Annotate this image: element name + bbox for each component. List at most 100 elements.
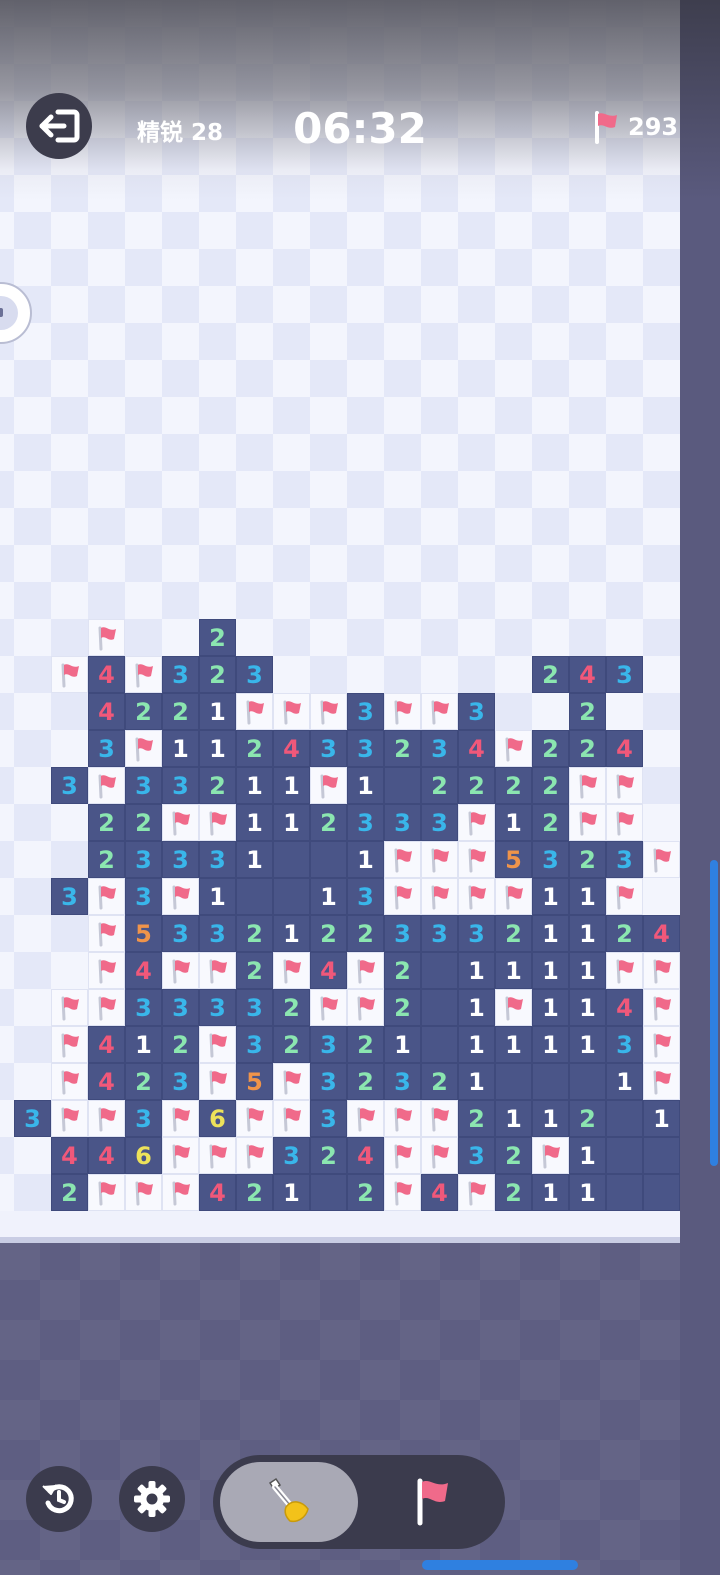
hidden-cell[interactable] [199, 397, 236, 434]
number-cell[interactable]: 1 [606, 1063, 643, 1100]
hidden-cell[interactable] [236, 508, 273, 545]
hidden-cell[interactable] [199, 0, 236, 27]
hidden-cell[interactable] [495, 508, 532, 545]
hidden-cell[interactable] [310, 360, 347, 397]
hidden-cell[interactable] [199, 27, 236, 64]
flagged-cell[interactable] [384, 841, 421, 878]
hidden-cell[interactable] [495, 175, 532, 212]
number-cell[interactable]: 3 [162, 989, 199, 1026]
hidden-cell[interactable] [421, 175, 458, 212]
number-cell[interactable]: 1 [310, 878, 347, 915]
hidden-cell[interactable] [421, 397, 458, 434]
hidden-cell[interactable] [14, 730, 51, 767]
number-cell[interactable]: 2 [273, 989, 310, 1026]
number-cell[interactable]: 3 [125, 878, 162, 915]
hidden-cell[interactable] [0, 0, 14, 27]
hidden-cell[interactable] [532, 64, 569, 101]
number-cell[interactable]: 3 [199, 915, 236, 952]
flagged-cell[interactable] [458, 841, 495, 878]
hidden-cell[interactable] [0, 841, 14, 878]
hidden-cell[interactable] [421, 582, 458, 619]
hidden-cell[interactable] [421, 27, 458, 64]
flagged-cell[interactable] [569, 804, 606, 841]
empty-cell[interactable] [310, 841, 347, 878]
hidden-cell[interactable] [0, 619, 14, 656]
hidden-cell[interactable] [125, 323, 162, 360]
number-cell[interactable]: 1 [273, 804, 310, 841]
hidden-cell[interactable] [88, 286, 125, 323]
hidden-cell[interactable] [14, 693, 51, 730]
number-cell[interactable]: 3 [421, 915, 458, 952]
empty-cell[interactable] [384, 767, 421, 804]
hidden-cell[interactable] [643, 804, 680, 841]
flagged-cell[interactable] [88, 767, 125, 804]
hidden-cell[interactable] [384, 656, 421, 693]
hidden-cell[interactable] [0, 249, 14, 286]
hidden-cell[interactable] [51, 693, 88, 730]
hidden-cell[interactable] [606, 0, 643, 27]
hidden-cell[interactable] [384, 397, 421, 434]
hidden-cell[interactable] [236, 545, 273, 582]
number-cell[interactable]: 1 [458, 1026, 495, 1063]
hidden-cell[interactable] [14, 0, 51, 27]
hidden-cell[interactable] [88, 64, 125, 101]
hidden-cell[interactable] [495, 138, 532, 175]
number-cell[interactable]: 3 [162, 915, 199, 952]
number-cell[interactable]: 3 [162, 1063, 199, 1100]
hidden-cell[interactable] [310, 656, 347, 693]
hidden-cell[interactable] [199, 64, 236, 101]
hidden-cell[interactable] [51, 212, 88, 249]
flagged-cell[interactable] [88, 1100, 125, 1137]
hidden-cell[interactable] [51, 0, 88, 27]
hidden-cell[interactable] [162, 212, 199, 249]
hidden-cell[interactable] [310, 434, 347, 471]
hidden-cell[interactable] [458, 471, 495, 508]
hidden-cell[interactable] [384, 471, 421, 508]
number-cell[interactable]: 4 [310, 952, 347, 989]
hidden-cell[interactable] [162, 27, 199, 64]
hidden-cell[interactable] [51, 175, 88, 212]
number-cell[interactable]: 3 [421, 730, 458, 767]
hidden-cell[interactable] [236, 323, 273, 360]
flagged-cell[interactable] [162, 1174, 199, 1211]
hidden-cell[interactable] [384, 212, 421, 249]
settings-button[interactable] [119, 1466, 185, 1532]
flagged-cell[interactable] [384, 1174, 421, 1211]
hidden-cell[interactable] [273, 508, 310, 545]
hidden-cell[interactable] [14, 397, 51, 434]
number-cell[interactable]: 2 [236, 1174, 273, 1211]
number-cell[interactable]: 3 [310, 1026, 347, 1063]
flagged-cell[interactable] [88, 878, 125, 915]
hidden-cell[interactable] [236, 471, 273, 508]
number-cell[interactable]: 3 [162, 841, 199, 878]
flagged-cell[interactable] [384, 693, 421, 730]
hidden-cell[interactable] [495, 545, 532, 582]
hidden-cell[interactable] [162, 434, 199, 471]
hidden-cell[interactable] [14, 508, 51, 545]
number-cell[interactable]: 2 [532, 656, 569, 693]
number-cell[interactable]: 3 [310, 1063, 347, 1100]
flagged-cell[interactable] [199, 952, 236, 989]
hidden-cell[interactable] [384, 0, 421, 27]
flagged-cell[interactable] [88, 1174, 125, 1211]
flagged-cell[interactable] [88, 952, 125, 989]
hidden-cell[interactable] [236, 101, 273, 138]
hidden-cell[interactable] [347, 545, 384, 582]
hidden-cell[interactable] [643, 545, 680, 582]
hidden-cell[interactable] [88, 508, 125, 545]
hidden-cell[interactable] [0, 360, 14, 397]
mode-toggle[interactable] [213, 1455, 505, 1549]
hidden-cell[interactable] [384, 286, 421, 323]
hidden-cell[interactable] [532, 27, 569, 64]
hidden-cell[interactable] [51, 360, 88, 397]
number-cell[interactable]: 1 [532, 915, 569, 952]
hidden-cell[interactable] [199, 323, 236, 360]
number-cell[interactable]: 1 [569, 878, 606, 915]
hidden-cell[interactable] [310, 545, 347, 582]
hidden-cell[interactable] [0, 915, 14, 952]
hidden-cell[interactable] [569, 27, 606, 64]
hidden-cell[interactable] [162, 582, 199, 619]
number-cell[interactable]: 4 [125, 952, 162, 989]
flag-mode-button[interactable] [363, 1462, 501, 1542]
hidden-cell[interactable] [384, 360, 421, 397]
